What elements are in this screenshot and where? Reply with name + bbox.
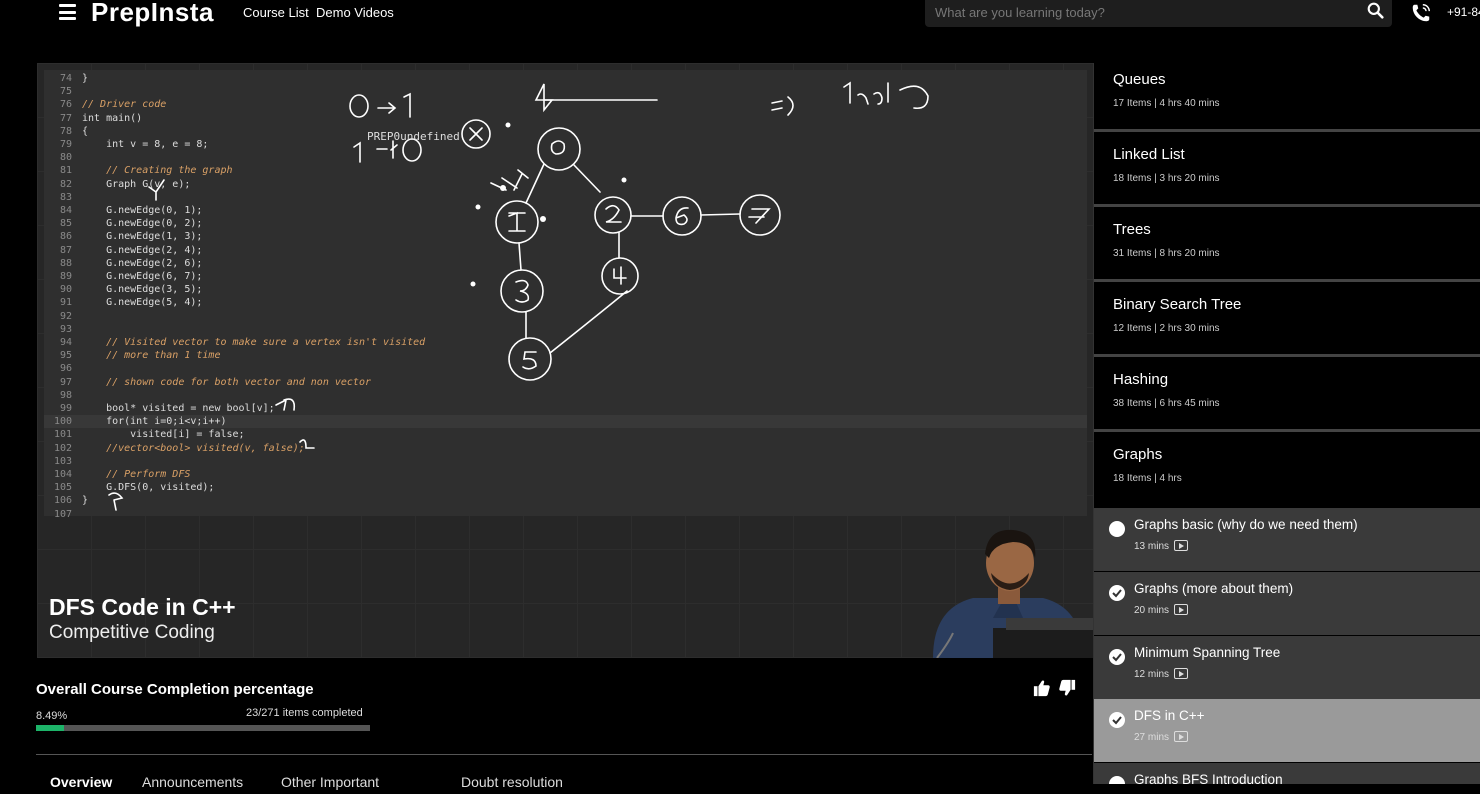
- section-meta: 18 Items | 3 hrs 20 mins: [1113, 173, 1220, 184]
- check-circle-icon: [1109, 585, 1125, 601]
- divider: [36, 754, 1092, 755]
- nav-demo-videos[interactable]: Demo Videos: [316, 5, 394, 20]
- section-queues[interactable]: Queues 17 Items | 4 hrs 40 mins: [1094, 63, 1480, 129]
- progress-percent: 8.49%: [36, 710, 68, 722]
- lesson-item[interactable]: Graphs basic (why do we need them) 13 mi…: [1094, 508, 1480, 571]
- video-play-icon: [1174, 731, 1189, 742]
- section-divider: [1094, 279, 1480, 282]
- thumbs-up-icon[interactable]: [1033, 679, 1051, 697]
- lesson-item[interactable]: Graphs BFS Introduction: [1094, 763, 1480, 784]
- section-meta: 38 Items | 6 hrs 45 mins: [1113, 398, 1220, 409]
- lesson-duration: 20 mins: [1134, 604, 1189, 616]
- section-trees[interactable]: Trees 31 Items | 8 hrs 20 mins: [1094, 213, 1480, 279]
- phone-number[interactable]: +91-84: [1447, 5, 1480, 19]
- progress-bar: [36, 725, 370, 731]
- video-subtitle: Competitive Coding: [49, 622, 215, 643]
- code-panel: 107 106} 105 G.DFS(0, visited); 104 // Perf…: [44, 70, 1087, 520]
- phone-icon[interactable]: [1410, 2, 1432, 24]
- lesson-title: DFS in C++: [1134, 708, 1205, 723]
- section-graphs[interactable]: Graphs 18 Items | 4 hrs: [1094, 438, 1480, 504]
- search-box: [925, 0, 1392, 27]
- video-title: DFS Code in C++: [49, 594, 236, 620]
- menu-icon[interactable]: [59, 4, 76, 20]
- progress-count: 23/271 items completed: [246, 707, 363, 719]
- video-player[interactable]: 107 106} 105 G.DFS(0, visited); 104 // Perf…: [37, 63, 1093, 658]
- lesson-title: Minimum Spanning Tree: [1134, 645, 1281, 660]
- course-completion-title: Overall Course Completion percentage: [36, 681, 314, 698]
- section-linked-list[interactable]: Linked List 18 Items | 3 hrs 20 mins: [1094, 138, 1480, 204]
- check-circle-icon: [1109, 649, 1125, 665]
- tab-doubt-resolution[interactable]: Doubt resolution: [461, 774, 563, 790]
- section-divider: [1094, 354, 1480, 357]
- tab-overview[interactable]: Overview: [50, 774, 112, 790]
- section-divider: [1094, 129, 1480, 132]
- section-divider: [1094, 429, 1480, 432]
- section-hashing[interactable]: Hashing 38 Items | 6 hrs 45 mins: [1094, 363, 1480, 429]
- course-tabs: Overview Announcements Other Important D…: [36, 774, 1092, 794]
- video-play-icon: [1174, 668, 1189, 679]
- graph-drawing: [108, 81, 929, 511]
- lesson-duration: 13 mins: [1134, 540, 1189, 552]
- section-title: Trees: [1113, 221, 1151, 238]
- top-header: PrepInsta Course List Demo Videos +91-84: [0, 0, 1480, 30]
- section-meta: 18 Items | 4 hrs: [1113, 473, 1182, 484]
- lesson-item[interactable]: Minimum Spanning Tree 12 mins: [1094, 636, 1480, 699]
- search-input[interactable]: [935, 4, 1355, 20]
- thumbs-down-icon[interactable]: [1058, 679, 1076, 697]
- lesson-title: Graphs (more about them): [1134, 581, 1294, 596]
- section-divider: [1094, 204, 1480, 207]
- lesson-item[interactable]: Graphs (more about them) 20 mins: [1094, 572, 1480, 635]
- incomplete-circle-icon: [1109, 521, 1125, 537]
- video-play-icon: [1174, 604, 1189, 615]
- incomplete-circle-icon: [1109, 776, 1125, 784]
- lesson-title: Graphs basic (why do we need them): [1134, 517, 1358, 532]
- section-meta: 17 Items | 4 hrs 40 mins: [1113, 98, 1220, 109]
- lesson-duration: 12 mins: [1134, 668, 1189, 680]
- search-icon[interactable]: [1367, 2, 1384, 19]
- video-overlay-text: PREP0undefined: [367, 130, 460, 143]
- section-binary-search-tree[interactable]: Binary Search Tree 12 Items | 2 hrs 30 m…: [1094, 288, 1480, 354]
- lesson-duration: 27 mins: [1134, 731, 1189, 743]
- lesson-item-active[interactable]: DFS in C++ 27 mins: [1094, 699, 1480, 762]
- tab-announcements[interactable]: Announcements: [142, 774, 243, 790]
- tab-other-important[interactable]: Other Important: [281, 774, 379, 790]
- section-meta: 31 Items | 8 hrs 20 mins: [1113, 248, 1220, 259]
- section-meta: 12 Items | 2 hrs 30 mins: [1113, 323, 1220, 334]
- section-title: Binary Search Tree: [1113, 296, 1242, 313]
- section-title: Queues: [1113, 71, 1166, 88]
- progress-bar-fill: [36, 725, 65, 731]
- video-play-icon: [1174, 540, 1189, 551]
- check-circle-icon: [1109, 712, 1125, 728]
- logo[interactable]: PrepInsta: [91, 0, 214, 28]
- section-title: Graphs: [1113, 446, 1163, 463]
- section-title: Hashing: [1113, 371, 1169, 388]
- nav-course-list[interactable]: Course List: [243, 5, 309, 20]
- lesson-title: Graphs BFS Introduction: [1134, 772, 1283, 784]
- presenter-image: [933, 529, 1093, 658]
- course-sidebar: Queues 17 Items | 4 hrs 40 mins Linked L…: [1093, 63, 1480, 784]
- section-title: Linked List: [1113, 146, 1185, 163]
